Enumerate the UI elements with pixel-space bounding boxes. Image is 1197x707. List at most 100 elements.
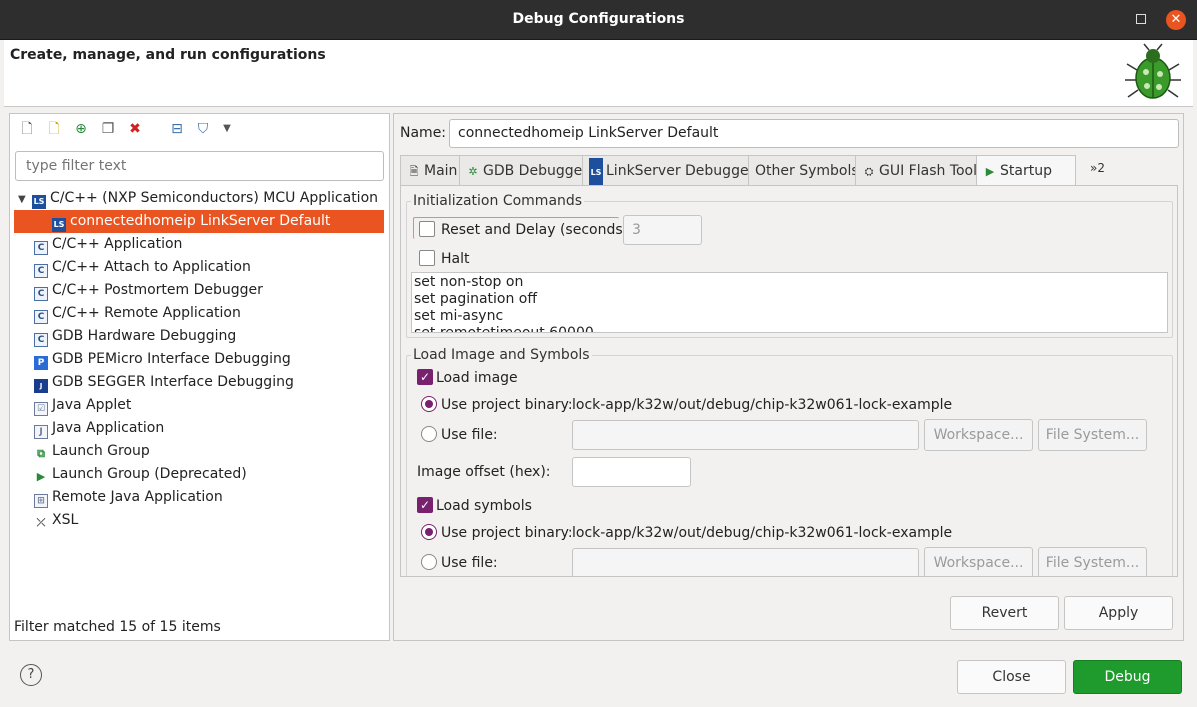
tab-other-symbols[interactable]: Other Symbols — [748, 155, 859, 186]
tree-item-gdb-pemicro[interactable]: P GDB PEMicro Interface Debugging — [34, 348, 291, 371]
image-workspace-button[interactable]: Workspace... — [924, 419, 1033, 451]
image-use-file-label: Use file: — [441, 427, 498, 443]
image-filesystem-button[interactable]: File System... — [1038, 419, 1147, 451]
delete-icon[interactable]: ✖ — [126, 120, 144, 138]
tree-item-launch-group-deprecated[interactable]: ▶ Launch Group (Deprecated) — [34, 463, 247, 486]
expand-icon[interactable]: ▼ — [18, 188, 28, 211]
linkserver-icon: LS — [32, 195, 46, 209]
tab-linkserver-debugger[interactable]: LS LinkServer Debugger — [582, 155, 754, 188]
tab-gui-flash-tool[interactable]: ⛭ GUI Flash Tool — [855, 155, 977, 186]
command-line: set mi-async — [414, 308, 504, 324]
init-commands-textarea[interactable]: set non-stop on set pagination off set m… — [411, 272, 1168, 333]
tree-item-label: Launch Group — [52, 443, 150, 459]
tree-item-cpp-application[interactable]: C C/C++ Application — [34, 233, 182, 256]
tree-item-gdb-hardware[interactable]: C GDB Hardware Debugging — [34, 325, 236, 348]
command-line: set remotetimeout 60000 — [414, 325, 594, 333]
tree-item-label: XSL — [52, 512, 79, 528]
load-image-checkbox[interactable]: ✓ — [417, 369, 433, 385]
tab-label: GDB Debugger — [483, 163, 588, 179]
tab-label: Startup — [1000, 163, 1052, 179]
reset-delay-input[interactable]: 3 — [623, 215, 702, 245]
filter-icon[interactable]: ⛉ — [194, 120, 212, 138]
tree-item-nxp-mcu-application[interactable]: ▼ LS C/C++ (NXP Semiconductors) MCU Applic… — [18, 187, 378, 210]
image-offset-label: Image offset (hex): — [417, 464, 551, 480]
image-offset-input[interactable] — [572, 457, 691, 487]
tree-item-java-applet[interactable]: ☑ Java Applet — [34, 394, 131, 417]
name-label: Name: — [400, 125, 447, 141]
halt-checkbox[interactable] — [419, 250, 435, 266]
init-commands-group: Initialization Commands Reset and Delay … — [406, 193, 1173, 338]
tab-overflow-icon[interactable]: »2 — [1090, 161, 1105, 175]
load-image-label: Load image — [436, 370, 518, 386]
load-symbols-checkbox[interactable]: ✓ — [417, 497, 433, 513]
image-file-input[interactable] — [572, 420, 919, 450]
c-launch-icon: C — [34, 333, 48, 347]
symbols-project-binary-path: lock-app/k32w/out/debug/chip-k32w061-loc… — [572, 525, 953, 541]
init-commands-title: Initialization Commands — [411, 193, 585, 209]
xsl-icon: ⤫ — [36, 516, 46, 529]
load-image-group: Load Image and Symbols ✓ Load image Use … — [406, 347, 1173, 576]
export-icon[interactable]: ⊕ — [72, 120, 90, 138]
tab-gdb-debugger[interactable]: ✲ GDB Debugger — [459, 155, 588, 186]
tree-item-gdb-segger[interactable]: J GDB SEGGER Interface Debugging — [34, 371, 294, 394]
tab-startup[interactable]: ▶ Startup — [976, 155, 1076, 187]
segger-icon: J — [34, 379, 48, 393]
tree-item-cpp-attach[interactable]: C C/C++ Attach to Application — [34, 256, 251, 279]
tree-item-remote-java[interactable]: ⊞ Remote Java Application — [34, 486, 223, 509]
tree-item-linkserver-default[interactable]: LS connectedhomeip LinkServer Default — [14, 210, 384, 233]
symbols-use-file-radio[interactable] — [421, 554, 437, 570]
tree-item-java-application[interactable]: J Java Application — [34, 417, 164, 440]
help-icon[interactable]: ? — [20, 664, 42, 686]
image-project-binary-path: lock-app/k32w/out/debug/chip-k32w061-loc… — [572, 397, 953, 413]
remote-java-icon: ⊞ — [34, 494, 48, 508]
tab-label: Other Symbols — [755, 163, 859, 179]
new-prototype-icon[interactable]: 🗋 — [45, 120, 63, 138]
tree-item-label: C/C++ Remote Application — [52, 305, 241, 321]
load-symbols-label: Load symbols — [436, 498, 532, 514]
tree-item-label: Remote Java Application — [52, 489, 223, 505]
symbols-filesystem-button[interactable]: File System... — [1038, 547, 1147, 576]
command-line: set pagination off — [414, 291, 538, 307]
maximize-icon[interactable] — [1136, 14, 1146, 24]
tree-item-xsl[interactable]: ⤫ XSL — [34, 509, 79, 532]
tree-item-label: GDB Hardware Debugging — [52, 328, 237, 344]
linkserver-icon: LS — [589, 158, 603, 188]
load-image-title: Load Image and Symbols — [411, 347, 592, 363]
startup-tab-body: Initialization Commands Reset and Delay … — [400, 185, 1178, 577]
config-name-input[interactable]: connectedhomeip LinkServer Default — [449, 119, 1179, 148]
apply-button[interactable]: Apply — [1064, 596, 1173, 630]
revert-button[interactable]: Revert — [950, 596, 1059, 630]
collapse-all-icon[interactable]: ⊟ — [168, 120, 186, 138]
symbols-workspace-button[interactable]: Workspace... — [924, 547, 1033, 576]
header-heading: Create, manage, and run configurations — [10, 47, 326, 63]
window-title: Debug Configurations — [512, 11, 685, 27]
reset-delay-checkbox[interactable] — [419, 221, 435, 237]
c-launch-icon: C — [34, 241, 48, 255]
symbols-use-project-binary-radio[interactable] — [421, 524, 437, 540]
startup-icon: ▶ — [985, 165, 995, 178]
tab-label: LinkServer Debugger — [606, 163, 755, 179]
filter-input[interactable] — [15, 151, 384, 181]
tree-item-launch-group[interactable]: ⧉ Launch Group — [34, 440, 150, 463]
debug-button[interactable]: Debug — [1073, 660, 1182, 694]
close-button[interactable]: Close — [957, 660, 1066, 694]
tree-item-label: C/C++ Attach to Application — [52, 259, 251, 275]
configuration-editor-panel: Name: connectedhomeip LinkServer Default… — [393, 113, 1184, 641]
dropdown-icon[interactable]: ▼ — [218, 120, 236, 138]
gdb-debugger-icon: ✲ — [468, 165, 478, 178]
symbols-file-input[interactable] — [572, 548, 919, 576]
duplicate-icon[interactable]: ❐ — [99, 120, 117, 138]
launch-group-icon: ⧉ — [37, 447, 45, 460]
tree-item-cpp-remote[interactable]: C C/C++ Remote Application — [34, 302, 241, 325]
halt-label: Halt — [441, 251, 470, 267]
filter-status: Filter matched 15 of 15 items — [14, 619, 221, 635]
new-launch-config-icon[interactable]: 🗋 — [18, 120, 36, 138]
tree-item-cpp-postmortem[interactable]: C C/C++ Postmortem Debugger — [34, 279, 263, 302]
configuration-list-panel: 🗋 🗋 ⊕ ❐ ✖ ⊟ ⛉ ▼ ▼ LS C/C++ (NXP Semiconduc… — [9, 113, 390, 641]
image-use-project-binary-radio[interactable] — [421, 396, 437, 412]
dialog-header: Create, manage, and run configurations — [4, 40, 1193, 107]
close-window-icon[interactable]: ✕ — [1166, 10, 1186, 30]
tab-main[interactable]: 🗎 Main — [400, 155, 460, 186]
tree-item-label: Java Application — [52, 420, 165, 436]
image-use-file-radio[interactable] — [421, 426, 437, 442]
